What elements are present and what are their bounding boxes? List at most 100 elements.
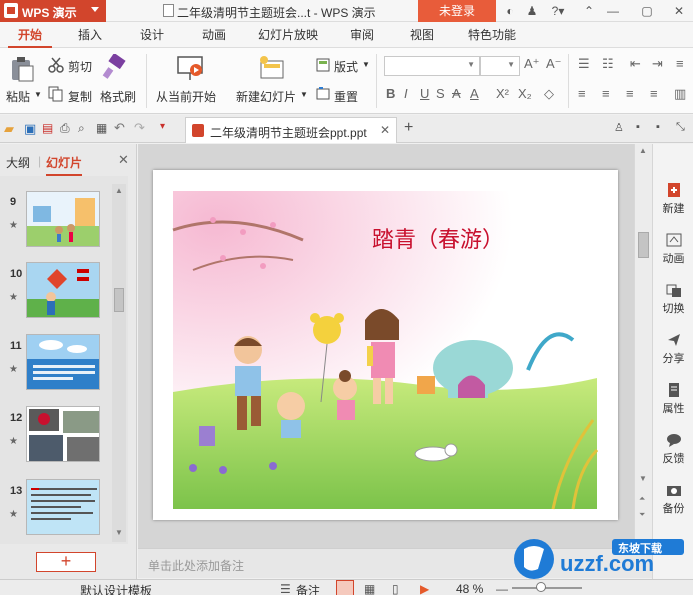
maximize-icon[interactable]: ▢ (640, 4, 654, 18)
help-icon[interactable]: ?▾ (548, 4, 568, 18)
paste-button[interactable]: 粘贴 (6, 88, 30, 105)
clear-format-icon[interactable]: ◇ (544, 86, 554, 102)
tab-slideshow[interactable]: 幻灯片放映 (252, 22, 324, 48)
zoom-level[interactable]: 48 % (456, 582, 483, 595)
bullet-list-icon[interactable]: ☰ (578, 56, 590, 72)
login-button[interactable]: 未登录 (418, 0, 496, 22)
subscript-icon[interactable]: X₂ (518, 86, 532, 101)
chevron-down-icon[interactable]: ▼ (362, 60, 370, 69)
customize-icon[interactable]: ▾ (160, 121, 165, 132)
add-slide-button[interactable]: + (36, 552, 96, 572)
notes-toggle[interactable]: 备注 (296, 582, 320, 595)
save-icon[interactable]: ▣ (24, 121, 36, 137)
shirt-icon[interactable]: ♟ (525, 4, 539, 18)
tab-insert[interactable]: 插入 (70, 22, 110, 48)
scroll-up-icon[interactable]: ▲ (115, 186, 123, 195)
task-transition[interactable]: 切换 (653, 282, 693, 316)
tab-view[interactable]: 视图 (402, 22, 442, 48)
redo-icon[interactable]: ↷ (134, 120, 145, 136)
scroll-thumb[interactable] (114, 288, 124, 312)
collapse-ribbon-icon[interactable]: ⌃ (582, 4, 596, 18)
prev-slide-icon[interactable]: ⏶ (639, 494, 645, 504)
font-name-select[interactable]: ▼ (384, 56, 480, 76)
task-feedback[interactable]: 反馈 (653, 432, 693, 466)
underline-icon[interactable]: U (420, 86, 429, 101)
thumbnail-scrollbar[interactable]: ▲ ▼ (112, 184, 126, 542)
reading-view-icon[interactable]: ▯ (392, 582, 399, 595)
slide-thumbnail-11[interactable] (26, 334, 100, 390)
tab-home[interactable]: 开始 (8, 22, 52, 48)
tab-review[interactable]: 审阅 (342, 22, 382, 48)
tab-slides[interactable]: 幻灯片 (46, 154, 83, 176)
bold-icon[interactable]: B (386, 86, 395, 101)
close-pane-icon[interactable]: ✕ (118, 152, 129, 168)
print-icon[interactable]: ⎙ (60, 121, 70, 136)
increase-font-icon[interactable]: A⁺ (524, 56, 540, 72)
shadow-icon[interactable]: S (436, 86, 445, 101)
reset-button[interactable]: 重置 (334, 88, 358, 105)
line-spacing-icon[interactable]: ≡ (676, 56, 684, 71)
pin-icon[interactable]: ♙ (614, 121, 624, 134)
tab-features[interactable]: 特色功能 (460, 22, 524, 48)
align-left-icon[interactable]: ≡ (578, 86, 586, 101)
task-share[interactable]: 分享 (653, 332, 693, 366)
zoom-slider[interactable] (512, 587, 582, 589)
tab-design[interactable]: 设计 (132, 22, 172, 48)
zoom-out-icon[interactable]: — (496, 582, 508, 595)
slide-thumbnail-12[interactable] (26, 406, 100, 462)
new-slide-button[interactable]: 新建幻灯片 (236, 88, 296, 105)
slide-thumbnail-13[interactable] (26, 479, 100, 535)
design-template-label[interactable]: 默认设计模板 (80, 582, 152, 595)
task-backup[interactable]: 备份 (653, 482, 693, 516)
close-icon[interactable]: ✕ (672, 4, 686, 18)
next-slide-icon[interactable]: ⏷ (639, 510, 645, 520)
slide-sorter-icon[interactable]: ▦ (364, 582, 375, 595)
scroll-up-icon[interactable]: ▲ (639, 146, 647, 155)
format-painter-button[interactable]: 格式刷 (100, 88, 136, 105)
paste-icon[interactable] (10, 56, 34, 82)
close-tab-icon[interactable]: ✕ (380, 123, 390, 137)
task-new[interactable]: 新建 (653, 182, 693, 216)
app-menu-button[interactable]: WPS 演示 (0, 0, 106, 22)
collapse-icon[interactable]: ⤡ (676, 121, 685, 134)
slide-thumbnail-10[interactable] (26, 262, 100, 318)
task-animation[interactable]: 动画 (653, 232, 693, 266)
numbered-list-icon[interactable]: ☷ (602, 56, 614, 72)
scroll-down-icon[interactable]: ▼ (639, 474, 647, 483)
cut-button[interactable]: 剪切 (68, 58, 92, 75)
justify-icon[interactable]: ≡ (650, 86, 658, 101)
slide-thumbnail-9[interactable] (26, 191, 100, 247)
cloud-icon[interactable]: ▪ (636, 121, 640, 133)
play-icon[interactable]: ▶ (420, 582, 429, 595)
chevron-down-icon[interactable]: ▼ (300, 90, 308, 99)
tab-outline[interactable]: 大纲 (6, 154, 30, 171)
layout-button[interactable]: 版式 (334, 58, 358, 75)
chevron-down-icon[interactable]: ▼ (34, 90, 42, 99)
align-right-icon[interactable]: ≡ (626, 86, 634, 101)
italic-icon[interactable]: I (404, 86, 408, 101)
font-color-icon[interactable]: A (470, 86, 479, 101)
superscript-icon[interactable]: X² (496, 86, 509, 101)
distribute-icon[interactable]: ▥ (674, 86, 686, 102)
tab-animation[interactable]: 动画 (194, 22, 234, 48)
history-icon[interactable]: ▪ (656, 121, 660, 133)
decrease-indent-icon[interactable]: ⇤ (630, 56, 641, 72)
decrease-font-icon[interactable]: A⁻ (546, 56, 562, 72)
task-properties[interactable]: 属性 (653, 382, 693, 416)
slide-scrollbar[interactable]: ▲ ▼ ⏶ ⏷ (634, 144, 652, 548)
new-tab-button[interactable]: + (404, 119, 413, 137)
normal-view-icon[interactable] (336, 580, 354, 595)
strikethrough-icon[interactable]: A (452, 86, 461, 101)
notes-icon[interactable]: ☰ (280, 582, 291, 595)
skin-icon[interactable]: ◐ (503, 4, 517, 18)
slide-title[interactable]: 踏青（春游） (372, 222, 504, 254)
open-folder-icon[interactable]: ▰ (4, 121, 14, 137)
align-center-icon[interactable]: ≡ (602, 86, 610, 101)
print-preview-icon[interactable]: ⌕ (78, 121, 85, 136)
spellcheck-icon[interactable]: ▦ (96, 121, 107, 135)
undo-icon[interactable]: ↶ (114, 120, 125, 136)
font-size-select[interactable]: ▼ (480, 56, 520, 76)
from-current-button[interactable]: 从当前开始 (156, 88, 216, 105)
copy-button[interactable]: 复制 (68, 88, 92, 105)
scroll-thumb[interactable] (638, 232, 649, 258)
